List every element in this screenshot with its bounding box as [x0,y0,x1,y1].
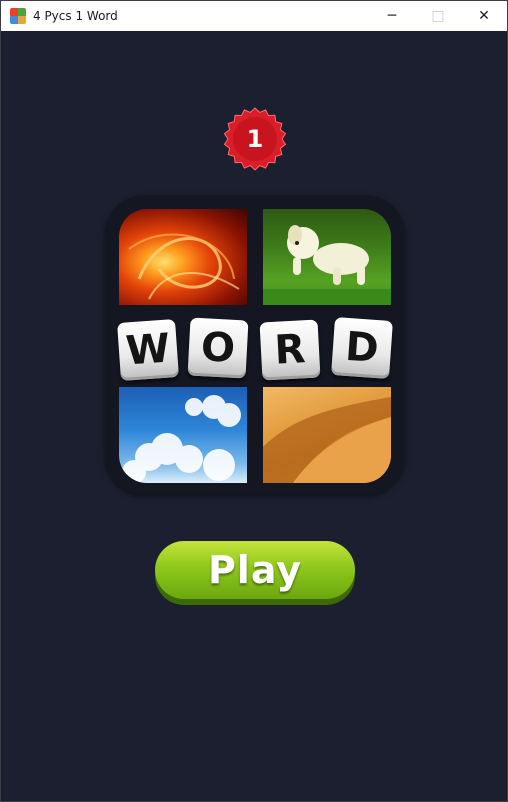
maximize-button[interactable]: □ [415,1,461,31]
title-bar: 4 Pycs 1 Word ─ □ ✕ [1,1,507,31]
dunes-icon [263,397,391,483]
app-icon [10,8,26,24]
letter-tile-d: D [331,317,393,379]
app-window: 4 Pycs 1 Word ─ □ ✕ 1 W O R D Play [0,0,508,802]
clouds-icon [122,395,241,483]
word-tiles: W O R D [115,317,395,381]
letter-tile-o: O [187,317,249,379]
minimize-button[interactable]: ─ [369,1,415,31]
close-button[interactable]: ✕ [461,1,507,31]
play-button[interactable]: Play [155,541,355,605]
dog-image [263,209,391,305]
play-button-label[interactable]: Play [155,541,355,599]
level-badge: 1 [223,107,287,171]
letter-tile-w: W [117,319,179,381]
fire-image [119,209,247,305]
dog-icon [263,225,391,305]
level-number: 1 [246,125,264,153]
window-title: 4 Pycs 1 Word [33,9,118,23]
sky-image [119,387,247,483]
window-controls: ─ □ ✕ [369,1,507,31]
desert-image [263,387,391,483]
game-logo: W O R D [105,195,405,495]
letter-tile-r: R [259,319,321,381]
fire-swirl-icon [128,233,240,300]
